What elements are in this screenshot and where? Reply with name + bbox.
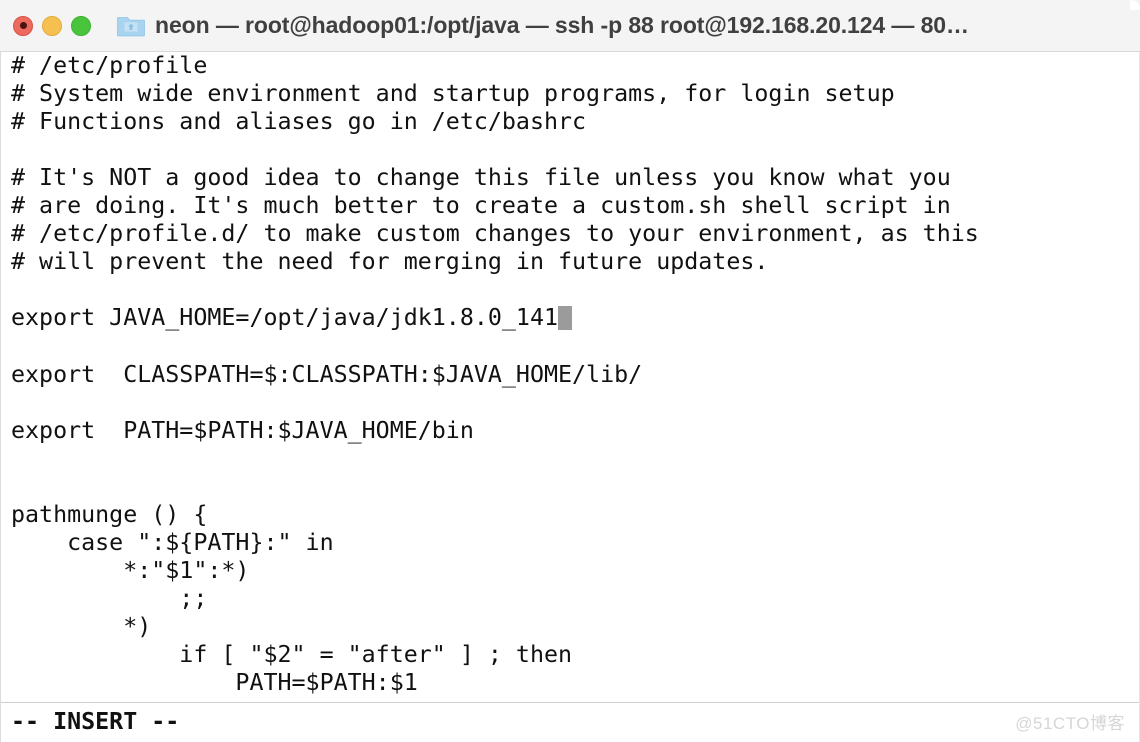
window-title-area: neon — root@hadoop01:/opt/java — ssh -p … [91, 12, 1140, 39]
titlebar-corner [1130, 0, 1140, 10]
close-button[interactable] [13, 15, 33, 36]
terminal-content[interactable]: # /etc/profile # System wide environment … [0, 52, 1140, 742]
terminal-line: export PATH=$PATH:$JAVA_HOME/bin [11, 416, 474, 444]
terminal-line: # are doing. It's much better to create … [11, 192, 951, 220]
terminal-line: pathmunge () { [11, 500, 208, 528]
terminal-line: *) [11, 612, 152, 640]
terminal-line: *:"$1":*) [11, 556, 250, 584]
terminal-line: PATH=$PATH:$1 [11, 669, 418, 697]
terminal-line: # System wide environment and startup pr… [11, 80, 895, 108]
terminal-line: if [ "$2" = "after" ] ; then [11, 640, 573, 668]
terminal-line: # Functions and aliases go in /etc/bashr… [11, 108, 587, 136]
terminal-line: export CLASSPATH=$:CLASSPATH:$JAVA_HOME/… [11, 360, 643, 388]
window-titlebar[interactable]: neon — root@hadoop01:/opt/java — ssh -p … [0, 0, 1140, 52]
terminal-line: export JAVA_HOME=/opt/java/jdk1.8.0_141 [11, 304, 1139, 332]
terminal-line: # will prevent the need for merging in f… [11, 248, 769, 276]
window-title: neon — root@hadoop01:/opt/java — ssh -p … [155, 12, 969, 38]
terminal-text-buffer: # /etc/profile # System wide environment … [11, 52, 1139, 697]
vim-statusbar: -- INSERT -- @51CTO博客 [1, 702, 1139, 742]
window-controls [0, 15, 91, 36]
terminal-line: # /etc/profile.d/ to make custom changes… [11, 220, 979, 248]
watermark-label: @51CTO博客 [1015, 714, 1125, 733]
folder-icon [117, 16, 145, 36]
minimize-button[interactable] [42, 15, 62, 36]
zoom-button[interactable] [71, 15, 91, 36]
terminal-window: neon — root@hadoop01:/opt/java — ssh -p … [0, 0, 1140, 742]
terminal-line: # It's NOT a good idea to change this fi… [11, 164, 951, 192]
vim-mode-indicator: -- INSERT -- [11, 708, 180, 735]
text-cursor [558, 306, 573, 331]
terminal-line: case ":${PATH}:" in [11, 528, 334, 556]
terminal-line: # /etc/profile [11, 52, 208, 79]
terminal-line: ;; [11, 584, 208, 612]
